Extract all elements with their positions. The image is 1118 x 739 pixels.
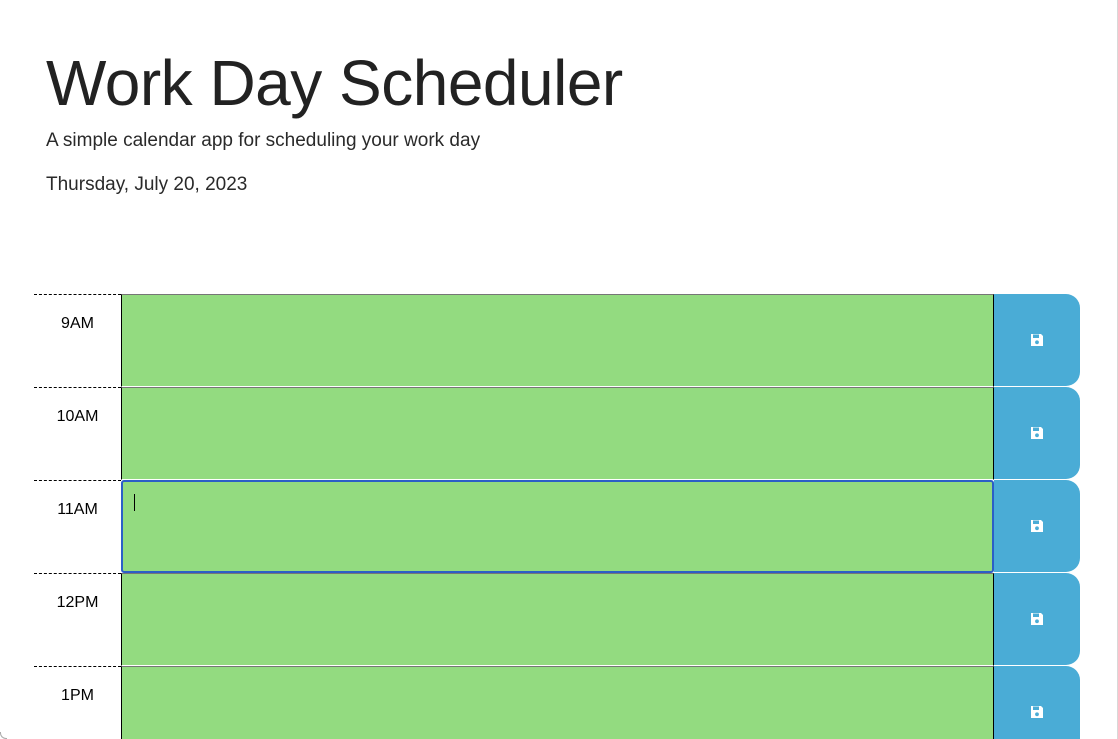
- save-button[interactable]: [994, 573, 1080, 665]
- time-block-row: 10AM: [34, 387, 1080, 480]
- hour-text: 9AM: [61, 315, 94, 332]
- hour-label: 12PM: [34, 573, 121, 666]
- hour-label: 11AM: [34, 480, 121, 573]
- hour-label: 10AM: [34, 387, 121, 480]
- save-button[interactable]: [994, 480, 1080, 572]
- floppy-disk-icon: [1031, 613, 1043, 625]
- time-block-row: 1PM: [34, 666, 1080, 739]
- page-lead: A simple calendar app for scheduling you…: [46, 130, 481, 151]
- floppy-disk-icon: [1031, 520, 1043, 532]
- text-cursor: [134, 494, 135, 511]
- header: Work Day Scheduler A simple calendar app…: [46, 48, 623, 196]
- current-day: Thursday, July 20, 2023: [46, 174, 248, 195]
- page: Work Day Scheduler A simple calendar app…: [0, 0, 1118, 739]
- page-title: Work Day Scheduler: [46, 47, 623, 119]
- event-description-input[interactable]: [121, 387, 994, 480]
- window-corner: [0, 732, 7, 739]
- event-description-input[interactable]: [121, 294, 994, 387]
- save-button[interactable]: [994, 666, 1080, 739]
- floppy-disk-icon: [1031, 334, 1043, 346]
- save-button[interactable]: [994, 387, 1080, 479]
- hour-text: 1PM: [61, 687, 94, 704]
- floppy-disk-icon: [1031, 427, 1043, 439]
- hour-text: 10AM: [56, 408, 99, 425]
- event-description-input[interactable]: [121, 573, 994, 666]
- save-button[interactable]: [994, 294, 1080, 386]
- hour-label: 9AM: [34, 294, 121, 387]
- time-block-row: 11AM: [34, 480, 1080, 573]
- floppy-disk-icon: [1031, 706, 1043, 718]
- hour-label: 1PM: [34, 666, 121, 739]
- time-block-row: 12PM: [34, 573, 1080, 666]
- hour-text: 12PM: [56, 594, 99, 611]
- schedule: 9AM 10AM 11AM 12PM 1PM: [34, 294, 1080, 739]
- time-block-row: 9AM: [34, 294, 1080, 387]
- hour-text: 11AM: [57, 501, 98, 518]
- event-description-input[interactable]: [121, 666, 994, 739]
- event-description-input[interactable]: [121, 480, 994, 573]
